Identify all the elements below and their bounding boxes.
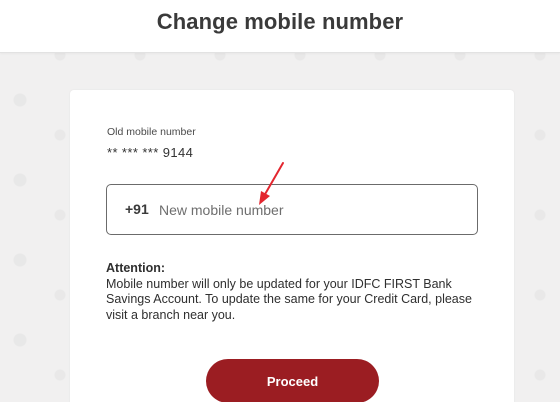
old-number-label: Old mobile number — [107, 126, 196, 138]
country-code-prefix: +91 — [125, 201, 149, 217]
page-header: Change mobile number — [0, 0, 560, 53]
proceed-button[interactable]: Proceed — [206, 359, 379, 402]
change-number-card: Old mobile number ** *** *** 9144 +91 At… — [70, 90, 514, 402]
page-title: Change mobile number — [156, 9, 404, 34]
old-number-value: ** *** *** 9144 — [107, 145, 194, 160]
attention-message: Mobile number will only be updated for y… — [106, 276, 472, 322]
new-mobile-number-input[interactable] — [159, 197, 459, 223]
new-mobile-number-field[interactable]: +91 — [106, 184, 478, 235]
attention-notice: Attention: Mobile number will only be up… — [106, 261, 486, 323]
attention-title: Attention: — [106, 261, 166, 275]
